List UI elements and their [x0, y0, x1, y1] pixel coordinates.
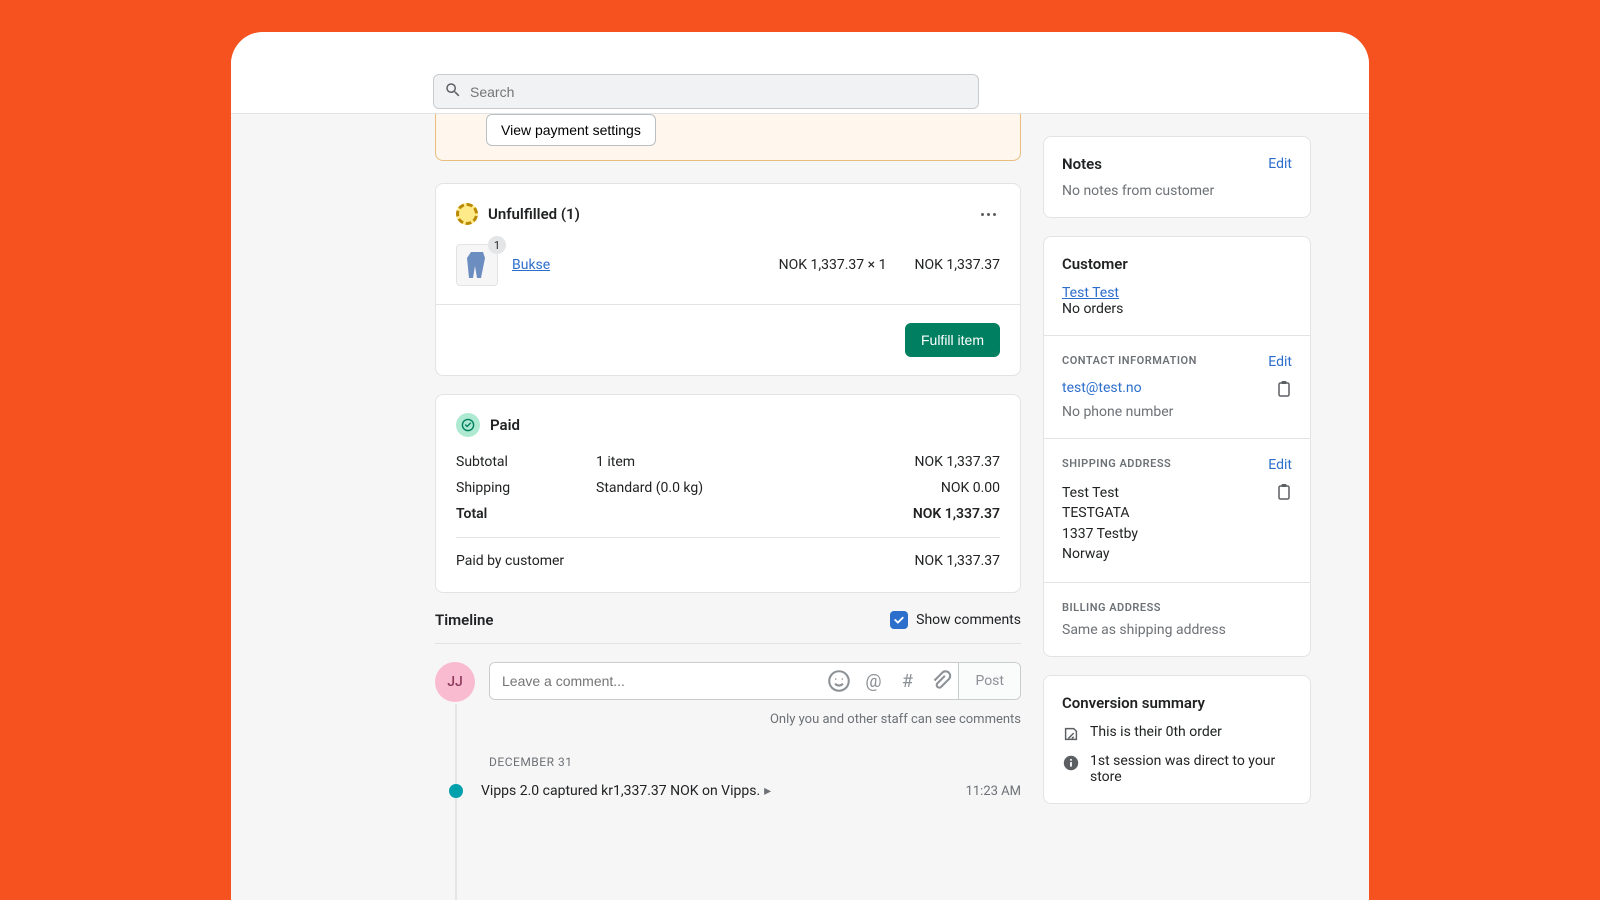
customer-orders: No orders [1062, 301, 1292, 317]
unit-price: NOK 1,337.37 × 1 [779, 257, 887, 273]
comment-input[interactable] [490, 663, 822, 699]
customer-email[interactable]: test@test.no [1062, 380, 1142, 396]
conversion-line-2: 1st session was direct to your store [1090, 753, 1292, 785]
total-value: NOK 1,337.37 [913, 506, 1000, 522]
customer-card: Customer Test Test No orders CONTACT INF… [1043, 236, 1311, 657]
clipboard-icon[interactable] [1276, 483, 1292, 501]
customer-name-link[interactable]: Test Test [1062, 285, 1119, 301]
app-window: View payment settings Unfulfilled (1) [231, 32, 1369, 900]
post-button[interactable]: Post [958, 663, 1020, 699]
attachment-icon[interactable] [928, 668, 954, 694]
timeline-dot-icon [449, 784, 463, 798]
subtotal-value: NOK 1,337.37 [914, 454, 1000, 470]
contact-edit-link[interactable]: Edit [1268, 354, 1292, 370]
orders-icon [1062, 725, 1080, 743]
subtotal-row: Subtotal 1 item NOK 1,337.37 [456, 449, 1000, 475]
product-link[interactable]: Bukse [512, 257, 765, 273]
view-payment-settings-button[interactable]: View payment settings [486, 114, 656, 146]
shipping-edit-link[interactable]: Edit [1268, 457, 1292, 473]
avatar: JJ [435, 662, 475, 702]
subtotal-items: 1 item [596, 454, 914, 470]
conversion-line-1: This is their 0th order [1090, 724, 1222, 740]
paid-status-icon [456, 413, 480, 437]
info-icon [1062, 754, 1080, 772]
shipping-address: Test Test TESTGATA 1337 Testby Norway [1062, 483, 1138, 564]
notes-edit-link[interactable]: Edit [1268, 156, 1292, 172]
emoji-icon[interactable] [826, 668, 852, 694]
contact-info-label: CONTACT INFORMATION [1062, 354, 1197, 367]
line-item: 1 Bukse NOK 1,337.37 × 1 NOK 1,337.37 [436, 238, 1020, 304]
search-icon [444, 81, 462, 103]
conversion-card: Conversion summary This is their 0th ord… [1043, 675, 1311, 804]
show-comments-label: Show comments [916, 612, 1021, 628]
billing-address-body: Same as shipping address [1062, 622, 1292, 638]
checkbox-checked-icon [890, 611, 908, 629]
shipping-value: NOK 0.00 [941, 480, 1000, 496]
unfulfilled-title: Unfulfilled (1) [488, 205, 580, 223]
timeline-title: Timeline [435, 611, 493, 629]
subtotal-label: Subtotal [456, 454, 596, 470]
timeline-date: DECEMBER 31 [489, 755, 1021, 769]
shipping-row: Shipping Standard (0.0 kg) NOK 0.00 [456, 475, 1000, 501]
mention-icon[interactable]: @ [860, 668, 886, 694]
billing-address-label: BILLING ADDRESS [1062, 601, 1292, 614]
notes-title: Notes [1062, 155, 1102, 173]
notes-card: Notes Edit No notes from customer [1043, 136, 1311, 218]
conversion-title: Conversion summary [1062, 694, 1292, 712]
show-comments-toggle[interactable]: Show comments [890, 611, 1021, 629]
fulfill-item-button[interactable]: Fulfill item [905, 323, 1000, 357]
timeline-event-time: 11:23 AM [966, 784, 1021, 799]
caret-right-icon[interactable]: ▸ [764, 783, 771, 799]
shipping-method: Standard (0.0 kg) [596, 480, 941, 496]
shipping-address-label: SHIPPING ADDRESS [1062, 457, 1171, 470]
unfulfilled-status-icon [456, 203, 478, 225]
paid-by-value: NOK 1,337.37 [914, 553, 1000, 569]
paid-title: Paid [490, 416, 520, 434]
content-area: View payment settings Unfulfilled (1) [435, 114, 1369, 900]
paid-by-label: Paid by customer [456, 553, 914, 569]
more-actions-button[interactable] [976, 202, 1000, 226]
clipboard-icon[interactable] [1276, 380, 1292, 398]
payment-settings-banner: View payment settings [435, 114, 1021, 161]
customer-phone: No phone number [1062, 404, 1292, 420]
timeline-event: Vipps 2.0 captured kr1,337.37 NOK on Vip… [449, 783, 1021, 799]
timeline-event-text: Vipps 2.0 captured kr1,337.37 NOK on Vip… [481, 783, 760, 799]
search-input[interactable] [470, 84, 968, 100]
timeline-line [455, 704, 457, 900]
timeline-hint: Only you and other staff can see comment… [435, 712, 1021, 727]
shipping-label: Shipping [456, 480, 596, 496]
qty-badge: 1 [488, 236, 506, 254]
notes-body: No notes from customer [1062, 183, 1292, 199]
customer-title: Customer [1062, 255, 1128, 273]
total-row: Total NOK 1,337.37 [456, 501, 1000, 527]
total-label: Total [456, 506, 596, 522]
line-total: NOK 1,337.37 [914, 257, 1000, 273]
paid-by-customer-row: Paid by customer NOK 1,337.37 [456, 548, 1000, 574]
comment-box[interactable]: @ # Post [489, 662, 1021, 700]
hashtag-icon[interactable]: # [894, 668, 920, 694]
top-bar [231, 32, 1369, 114]
search-field[interactable] [433, 74, 979, 109]
unfulfilled-card: Unfulfilled (1) 1 Bukse NO [435, 183, 1021, 376]
timeline-section: Timeline Show comments JJ [435, 611, 1021, 799]
paid-card: Paid Subtotal 1 item NOK 1,337.37 Shippi… [435, 394, 1021, 593]
